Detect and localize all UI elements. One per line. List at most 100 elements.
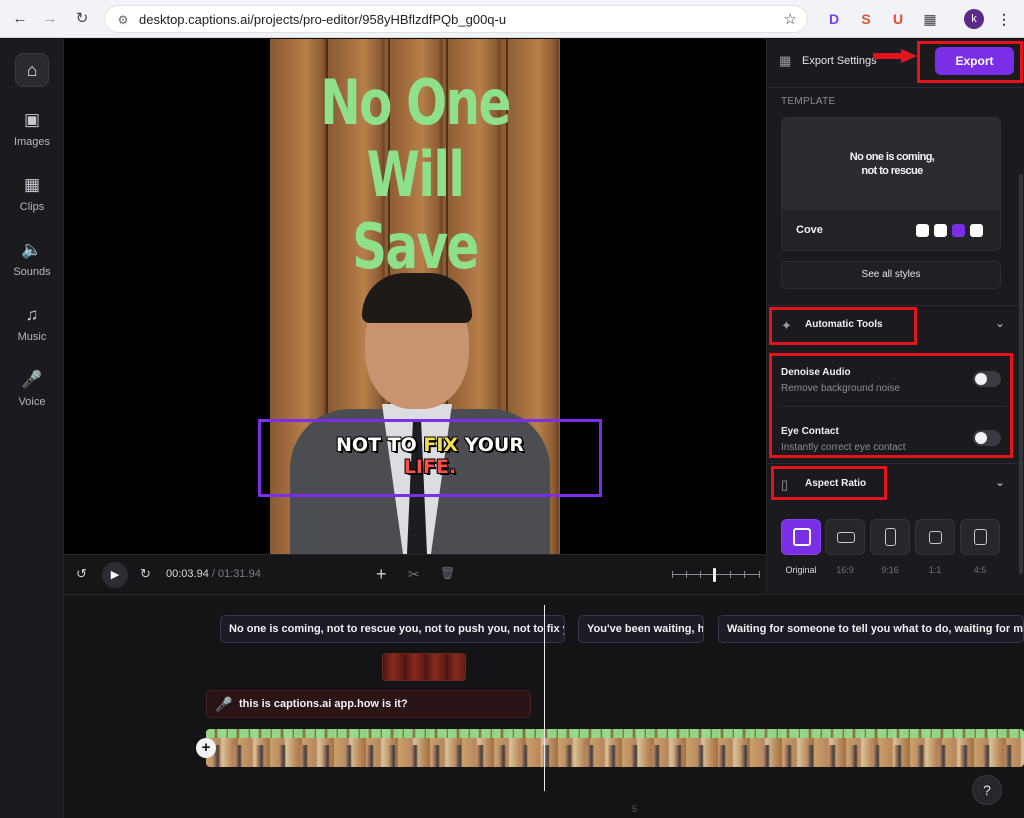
help-button[interactable]: ? xyxy=(972,775,1002,805)
video-thumbnail-band xyxy=(206,729,1024,738)
ratio-label: Original xyxy=(785,565,817,575)
template-name: Cove xyxy=(796,224,823,236)
sidebar-item-clips[interactable]: ▦ Clips xyxy=(0,174,64,213)
current-time: 00:03.94 xyxy=(166,568,209,580)
timeline-zoom-slider[interactable] xyxy=(672,568,760,582)
chevron-down-icon[interactable]: ⌄ xyxy=(995,475,1005,489)
sidebar-item-music[interactable]: ♫ Music xyxy=(0,304,64,343)
portrait-icon xyxy=(885,528,896,546)
color-swatch[interactable] xyxy=(916,224,929,237)
caption-word: YOUR xyxy=(464,434,524,456)
caption-line-2: LIFE. xyxy=(403,456,457,478)
zoom-tick xyxy=(672,571,673,578)
color-swatch[interactable] xyxy=(934,224,947,237)
ratio-1-1-button[interactable] xyxy=(915,519,955,555)
add-icon[interactable]: + xyxy=(376,564,387,585)
chevron-down-icon[interactable]: ⌄ xyxy=(995,316,1005,330)
caption-highlight-word: FIX xyxy=(423,434,459,456)
annotation-arrow-icon xyxy=(873,49,917,63)
extension-u-icon[interactable]: U xyxy=(888,9,908,29)
divider xyxy=(767,463,1024,464)
forward-10-icon[interactable]: ↻ xyxy=(140,566,151,582)
caption-clip[interactable]: No one is coming, not to rescue you, not… xyxy=(220,615,565,643)
zoom-thumb[interactable] xyxy=(713,568,716,582)
profile-avatar[interactable]: k xyxy=(964,9,984,29)
film-icon: ▦ xyxy=(23,175,41,194)
focus-frame-icon xyxy=(793,528,811,546)
player-controls: ↺ ▶ ↻ 00:03.94 / 01:31.94 + ✂ 🗑 xyxy=(64,554,766,594)
color-swatch[interactable] xyxy=(970,224,983,237)
browser-menu-icon[interactable]: ⋮ xyxy=(994,9,1014,29)
ratio-9-16-button[interactable] xyxy=(870,519,910,555)
export-button[interactable]: Export xyxy=(935,47,1014,75)
export-settings-panel: ▦ Export Settings Export TEMPLATE No one… xyxy=(766,39,1024,594)
square-icon xyxy=(929,531,942,544)
voice-clip[interactable]: 🎤 this is captions.ai app.how is it? xyxy=(206,690,531,718)
headline-line: Will Save xyxy=(352,138,479,283)
home-button[interactable]: ⌂ xyxy=(15,53,49,87)
scissors-icon[interactable]: ✂ xyxy=(408,566,420,583)
template-preview-text: No one is coming, not to rescue xyxy=(782,150,1000,178)
music-note-icon: ♫ xyxy=(25,305,39,324)
caption-clip[interactable]: You've been waiting, ha xyxy=(578,615,704,643)
zoom-tick xyxy=(744,571,745,578)
sidebar-item-label: Music xyxy=(17,331,47,343)
back-icon[interactable]: ← xyxy=(10,9,30,29)
color-swatch[interactable] xyxy=(952,224,965,237)
ratio-label: 9:16 xyxy=(881,565,899,575)
trash-icon[interactable]: 🗑 xyxy=(440,566,455,580)
site-info-icon[interactable]: ⚙ xyxy=(115,12,131,28)
microphone-icon: 🎤 xyxy=(215,696,233,712)
sidebar-item-images[interactable]: ▣ Images xyxy=(0,109,64,148)
url-text: desktop.captions.ai/projects/pro-editor/… xyxy=(139,12,507,27)
sidebar-item-voice[interactable]: 🎤 Voice xyxy=(0,369,64,408)
speaker-icon: 🔈 xyxy=(21,240,43,259)
rewind-10-icon[interactable]: ↺ xyxy=(76,566,87,582)
bookmark-star-icon[interactable]: ☆ xyxy=(784,10,797,28)
portrait-4-5-icon xyxy=(974,529,987,545)
sidebar-item-label: Sounds xyxy=(13,266,51,278)
image-icon: ▣ xyxy=(23,110,41,129)
ratio-4-5-button[interactable] xyxy=(960,519,1000,555)
extension-s-icon[interactable]: S xyxy=(856,9,876,29)
caption-word: NOT TO xyxy=(336,434,417,456)
sidebar-item-sounds[interactable]: 🔈 Sounds xyxy=(0,239,64,278)
reload-icon[interactable]: ↻ xyxy=(72,9,92,29)
address-bar[interactable]: ⚙ desktop.captions.ai/projects/pro-edito… xyxy=(104,5,808,33)
total-duration: 01:31.94 xyxy=(218,568,261,580)
panel-scrollbar[interactable] xyxy=(1019,174,1023,574)
headline-line: No One xyxy=(320,66,511,139)
landscape-icon xyxy=(837,532,855,543)
add-track-button[interactable]: + xyxy=(196,738,216,758)
caption-line-1: NOT TO FIX YOUR xyxy=(258,434,602,456)
panel-title: Export Settings xyxy=(802,55,877,67)
toggles-highlight-box xyxy=(769,353,1013,458)
template-card[interactable]: No one is coming, not to rescue Cove xyxy=(781,117,1001,251)
browser-toolbar: ← → ↻ ⚙ desktop.captions.ai/projects/pro… xyxy=(0,0,1024,38)
zoom-tick xyxy=(700,571,701,578)
see-all-styles-button[interactable]: See all styles xyxy=(781,261,1001,289)
play-button[interactable]: ▶ xyxy=(102,562,128,588)
zoom-tick xyxy=(686,571,687,578)
extensions-puzzle-icon[interactable]: ▦ xyxy=(920,9,940,29)
caption-overlay[interactable]: NOT TO FIX YOUR LIFE. xyxy=(258,434,602,478)
automatic-tools-highlight-box xyxy=(769,307,917,345)
template-section-label: TEMPLATE xyxy=(781,96,836,107)
forward-icon[interactable]: → xyxy=(40,9,60,29)
playhead[interactable] xyxy=(544,605,545,791)
ratio-original-button[interactable] xyxy=(781,519,821,555)
voice-clip-label: this is captions.ai app.how is it? xyxy=(239,698,408,710)
image-clip[interactable] xyxy=(382,653,466,681)
zoom-tick xyxy=(730,571,731,578)
video-track[interactable] xyxy=(206,729,1024,767)
ratio-label: 4:5 xyxy=(973,565,987,575)
sidebar-item-label: Clips xyxy=(19,201,45,213)
ratio-16-9-button[interactable] xyxy=(825,519,865,555)
ruler-mark: 5 xyxy=(632,804,638,814)
caption-clip[interactable]: Waiting for someone to tell you what to … xyxy=(718,615,1024,643)
extension-d-icon[interactable]: D xyxy=(824,9,844,29)
sidebar-item-label: Images xyxy=(13,136,51,148)
template-preview-line: not to rescue xyxy=(861,165,923,177)
ratio-label: 1:1 xyxy=(928,565,942,575)
timecode: 00:03.94 / 01:31.94 xyxy=(166,568,261,580)
